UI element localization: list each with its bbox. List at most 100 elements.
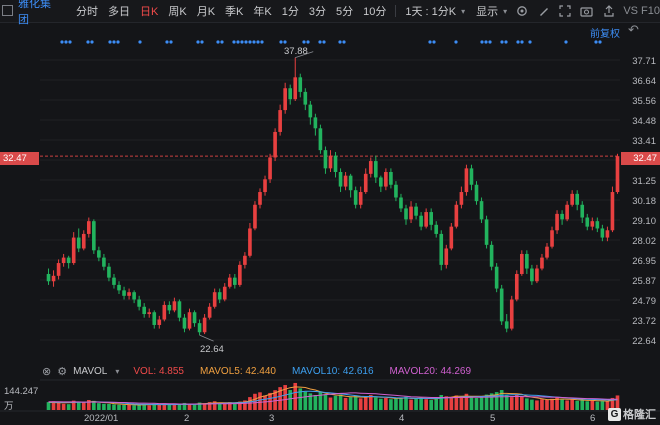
volume-bar bbox=[192, 404, 197, 410]
volume-bar bbox=[525, 398, 529, 410]
candle-body bbox=[449, 226, 454, 249]
event-marker bbox=[90, 40, 94, 44]
volume-bar bbox=[363, 396, 368, 410]
price-tick: 24.79 bbox=[632, 296, 656, 307]
event-marker bbox=[220, 40, 224, 44]
event-marker bbox=[169, 40, 173, 44]
candle-body bbox=[333, 155, 338, 173]
mavol5-value: MAVOL5: 42.440 bbox=[199, 365, 276, 377]
volume-bar bbox=[565, 400, 569, 410]
candle-body bbox=[217, 292, 222, 300]
event-marker bbox=[260, 40, 264, 44]
price-tick: 36.64 bbox=[632, 76, 656, 87]
volume-bar bbox=[540, 399, 544, 410]
volume-bar bbox=[76, 401, 81, 410]
volume-bar bbox=[429, 400, 433, 410]
candle-body bbox=[182, 317, 187, 329]
chevron-down-icon[interactable]: ▾ bbox=[115, 367, 119, 376]
volume-bar bbox=[217, 403, 222, 410]
event-marker bbox=[252, 40, 256, 44]
volume-bar bbox=[353, 395, 358, 410]
candle-body bbox=[600, 228, 605, 238]
volume-bar bbox=[132, 405, 136, 410]
candle-body bbox=[550, 230, 554, 247]
price-tick: 33.41 bbox=[632, 136, 656, 147]
volume-bar bbox=[414, 398, 418, 410]
event-marker bbox=[432, 40, 436, 44]
price-tick: 34.48 bbox=[632, 116, 656, 127]
candle-body bbox=[71, 237, 76, 264]
volume-bar bbox=[424, 399, 428, 410]
price-tick: 35.56 bbox=[632, 96, 656, 107]
candle-body bbox=[368, 161, 373, 174]
event-marker bbox=[165, 40, 169, 44]
volume-bar bbox=[474, 397, 479, 410]
volume-bar bbox=[46, 402, 51, 410]
candle-body bbox=[399, 197, 403, 209]
event-marker bbox=[302, 40, 306, 44]
collapse-icon[interactable]: ⊗ bbox=[42, 365, 51, 378]
event-marker bbox=[283, 40, 287, 44]
volume-bar bbox=[258, 392, 262, 410]
candle-body bbox=[404, 208, 408, 220]
event-marker bbox=[306, 40, 310, 44]
adjust-mode-label[interactable]: 前复权 bbox=[590, 25, 620, 40]
volume-bar bbox=[107, 403, 111, 410]
event-marker bbox=[64, 40, 68, 44]
candle-body bbox=[313, 117, 318, 129]
event-marker bbox=[488, 40, 492, 44]
volume-bar bbox=[545, 400, 549, 410]
candle-body bbox=[575, 193, 580, 205]
volume-bar bbox=[520, 396, 524, 410]
volume-bar bbox=[253, 393, 257, 410]
volume-bar bbox=[263, 395, 267, 410]
candle-body bbox=[555, 213, 559, 231]
candle-body bbox=[454, 204, 459, 227]
candle-body bbox=[46, 273, 51, 282]
candle-body bbox=[590, 221, 595, 227]
candle-body bbox=[253, 204, 257, 229]
candle-body bbox=[137, 299, 141, 307]
candle-body bbox=[328, 155, 333, 169]
candle-body bbox=[117, 284, 121, 291]
logo-icon: G bbox=[608, 407, 621, 421]
event-marker bbox=[112, 40, 116, 44]
volume-axis-unit: 万 bbox=[4, 401, 14, 412]
candle-body bbox=[147, 312, 152, 315]
candle-body bbox=[122, 290, 126, 296]
event-marker bbox=[68, 40, 72, 44]
volume-bar bbox=[449, 397, 454, 410]
volume-bar bbox=[535, 400, 539, 410]
event-marker bbox=[138, 40, 142, 44]
candle-body bbox=[207, 306, 212, 318]
candle-body bbox=[197, 323, 202, 333]
indicator-settings-icon[interactable]: ⚙ bbox=[57, 365, 67, 378]
price-tick: 22.64 bbox=[632, 336, 656, 347]
candle-body bbox=[283, 88, 287, 111]
event-marker bbox=[248, 40, 252, 44]
indicator-name[interactable]: MAVOL bbox=[73, 366, 107, 377]
volume-bar bbox=[580, 400, 585, 410]
event-marker bbox=[256, 40, 260, 44]
volume-bar bbox=[575, 400, 580, 410]
price-tick: 23.72 bbox=[632, 316, 656, 327]
candle-body bbox=[530, 268, 534, 282]
price-tick: 31.25 bbox=[632, 176, 656, 187]
event-marker bbox=[116, 40, 120, 44]
candle-body bbox=[97, 250, 101, 258]
candle-body bbox=[202, 317, 207, 333]
indicator-bar: ⊗ ⚙ MAVOL ▾ VOL: 4.855 MAVOL5: 42.440 MA… bbox=[0, 362, 660, 380]
candle-body bbox=[429, 212, 433, 225]
volume-bar bbox=[419, 397, 423, 410]
candle-body bbox=[394, 184, 398, 198]
event-marker bbox=[216, 40, 220, 44]
mavol20-value: MAVOL20: 44.269 bbox=[389, 365, 472, 377]
price-tick: 30.18 bbox=[632, 196, 656, 207]
candle-body bbox=[248, 228, 252, 256]
volume-bar bbox=[560, 399, 564, 410]
volume-bar bbox=[97, 403, 101, 410]
candle-body bbox=[525, 253, 529, 269]
volume-bar bbox=[333, 395, 338, 410]
event-marker bbox=[454, 40, 458, 44]
volume-bar bbox=[469, 397, 474, 410]
